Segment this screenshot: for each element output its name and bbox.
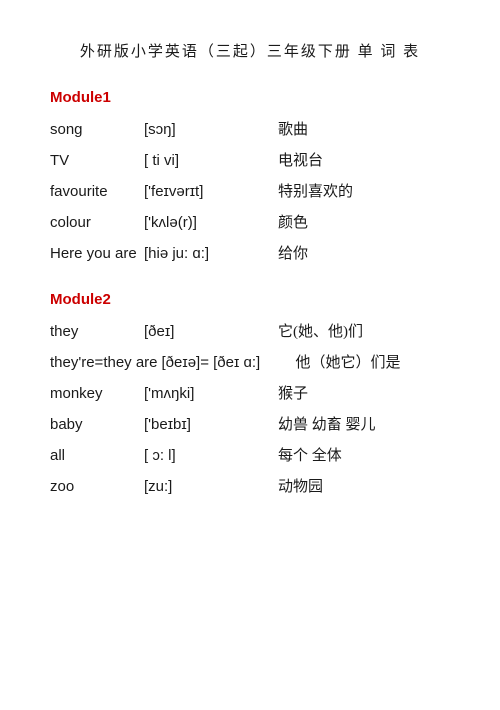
word-phonetic: ['feɪvərɪt] (144, 183, 274, 200)
module-title-module2: Module2 (50, 291, 450, 308)
word-english: they're=they are (50, 354, 158, 371)
word-phonetic: [ ɔ: l] (144, 447, 274, 464)
module-title-module1: Module1 (50, 89, 450, 106)
word-chinese: 猴子 (278, 382, 308, 403)
word-english: zoo (50, 478, 140, 495)
word-chinese: 幼兽 幼畜 婴儿 (278, 413, 376, 434)
word-row: colour['kʌlə(r)]颜色 (50, 211, 450, 232)
word-english: TV (50, 152, 140, 169)
word-english: all (50, 447, 140, 464)
module-section-module1: Module1 song[sɔŋ]歌曲 TV[ ti vi]电视台 favourite… (50, 89, 450, 263)
word-row: they're=they are[ðeɪə]= [ðeɪ ɑ:]他（她它）们是 (50, 351, 450, 372)
module-section-module2: Module2they[ðeɪ]它(她、他)们they're=they are[… (50, 291, 450, 496)
word-chinese: 特别喜欢的 (278, 180, 353, 201)
word-chinese: 他（她它）们是 (296, 351, 401, 372)
word-row: favourite['feɪvərɪt]特别喜欢的 (50, 180, 450, 201)
word-english: Here you are (50, 245, 140, 262)
word-phonetic: [zu:] (144, 478, 274, 495)
word-chinese: 每个 全体 (278, 444, 342, 465)
word-row: baby['beɪbɪ]幼兽 幼畜 婴儿 (50, 413, 450, 434)
page-container: 外研版小学英语（三起）三年级下册 单 词 表 Module1 song[sɔŋ]歌… (50, 40, 450, 496)
word-chinese: 电视台 (278, 149, 323, 170)
word-row: monkey['mʌŋki]猴子 (50, 382, 450, 403)
word-chinese: 给你 (278, 242, 308, 263)
word-phonetic: [ ti vi] (144, 152, 274, 169)
word-row: song[sɔŋ]歌曲 (50, 118, 450, 139)
word-phonetic: [hiə ju: ɑ:] (144, 245, 274, 262)
word-phonetic: [ðeɪ] (144, 323, 274, 340)
word-row: they[ðeɪ]它(她、他)们 (50, 320, 450, 341)
word-row: all[ ɔ: l]每个 全体 (50, 444, 450, 465)
word-chinese: 它(她、他)们 (278, 320, 363, 341)
word-english: colour (50, 214, 140, 231)
word-phonetic: ['beɪbɪ] (144, 416, 274, 433)
page-title: 外研版小学英语（三起）三年级下册 单 词 表 (50, 40, 450, 61)
word-phonetic: ['mʌŋki] (144, 385, 274, 402)
word-chinese: 歌曲 (278, 118, 308, 139)
word-chinese: 颜色 (278, 211, 308, 232)
word-row: Here you are[hiə ju: ɑ:]给你 (50, 242, 450, 263)
modules-container: Module1 song[sɔŋ]歌曲 TV[ ti vi]电视台 favourite… (50, 89, 450, 496)
word-row: zoo[zu:]动物园 (50, 475, 450, 496)
word-english: they (50, 323, 140, 340)
word-english: baby (50, 416, 140, 433)
word-english: monkey (50, 385, 140, 402)
word-phonetic: [sɔŋ] (144, 121, 274, 138)
word-english: song (50, 121, 140, 138)
word-phonetic: [ðeɪə]= [ðeɪ ɑ:] (162, 354, 292, 371)
word-chinese: 动物园 (278, 475, 323, 496)
word-row: TV[ ti vi]电视台 (50, 149, 450, 170)
word-english: favourite (50, 183, 140, 200)
word-phonetic: ['kʌlə(r)] (144, 214, 274, 231)
